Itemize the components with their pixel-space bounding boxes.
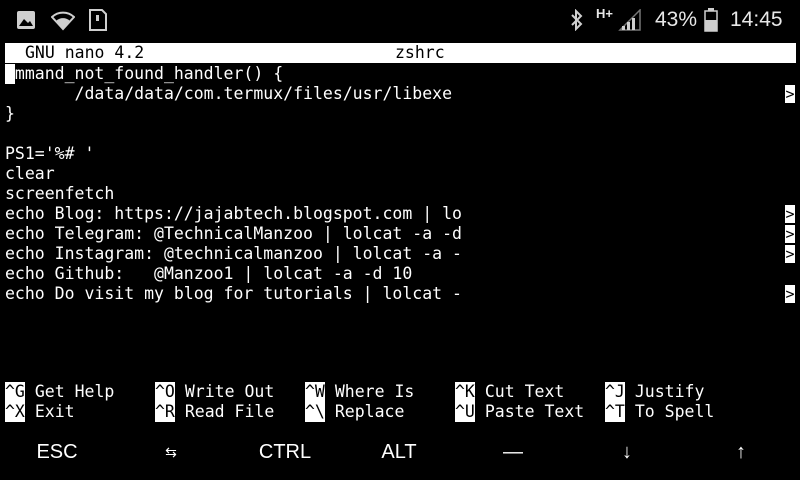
shortcut-label: Write Out [184,382,275,401]
shortcut-item[interactable]: ^W Where Is [305,382,414,402]
shortcut-item[interactable]: ^O Write Out [155,382,274,402]
file-name: zshrc [395,43,445,62]
shortcut-label: Paste Text [484,402,585,421]
shortcut-label: Replace [334,402,405,421]
editor-line[interactable]: echo Instagram: @technicalmanzoo | lolca… [5,244,462,264]
shortcut-label: Get Help [34,382,115,401]
editor-line[interactable]: echo Do visit my blog for tutorials | lo… [5,284,462,304]
shortcut-label: To Spell [634,402,715,421]
battery-icon [704,8,718,32]
line-overflow-marker: > [785,285,795,303]
shortcut-key: ^K [455,382,475,402]
shortcut-label: Cut Text [484,382,565,401]
shortcut-item[interactable]: ^U Paste Text [455,402,584,422]
terminal-view[interactable]: GNU nano 4.2 zshrc ommand_not_found_hand… [0,40,800,424]
editor-line[interactable]: echo Blog: https://jajabtech.blogspot.co… [5,204,462,224]
editor-line[interactable]: echo Github: @Manzoo1 | lolcat -a -d 10 [5,264,412,284]
line-overflow-marker: > [785,245,795,263]
shortcut-label: Exit [34,402,75,421]
shortcut-item[interactable]: ^R Read File [155,402,274,422]
editor-line[interactable]: /data/data/com.termux/files/usr/libexe [5,84,453,104]
extra-keys-bar: ESC ⇆ CTRL ALT — ↓ ↑ [0,424,800,480]
shortcut-key: ^O [155,382,175,402]
dash-key[interactable]: — [456,424,570,480]
network-type-label: H+ [596,6,613,21]
editor-line[interactable]: PS1='%# ' [5,144,94,164]
editor-line[interactable]: clear [5,164,55,184]
arrow-up-key[interactable]: ↑ [684,424,798,480]
battery-percent: 43% [655,8,698,31]
editor-line[interactable]: } [5,104,15,124]
shortcut-item[interactable]: ^G Get Help [5,382,114,402]
shortcut-key: ^T [605,402,625,422]
status-bar: H+ 43% 14:45 [0,0,800,40]
shortcut-label: Read File [184,402,275,421]
editor-line[interactable]: screenfetch [5,184,114,204]
esc-key[interactable]: ESC [0,424,114,480]
line-overflow-marker: > [785,85,795,103]
shortcut-item[interactable]: ^\ Replace [305,402,404,422]
shortcut-key: ^R [155,402,175,422]
line-overflow-marker: > [785,225,795,243]
line-overflow-marker: > [785,205,795,223]
sim-card-icon [89,9,107,31]
editor-line[interactable]: ommand_not_found_handler() { [5,64,283,84]
shortcut-key: ^\ [305,402,325,422]
clock: 14:45 [730,8,783,31]
shortcut-key: ^X [5,402,25,422]
arrow-down-key[interactable]: ↓ [570,424,684,480]
tab-key[interactable]: ⇆ [114,424,228,480]
signal-icon [618,9,641,31]
shortcut-item[interactable]: ^K Cut Text [455,382,564,402]
shortcut-item[interactable]: ^X Exit [5,402,75,422]
shortcut-key: ^W [305,382,325,402]
editor-line[interactable]: echo Telegram: @TechnicalManzoo | lolcat… [5,224,462,244]
shortcut-key: ^J [605,382,625,402]
text-cursor [5,64,15,84]
wifi-icon [51,11,75,31]
app-version: GNU nano 4.2 [25,43,145,62]
alt-key[interactable]: ALT [342,424,456,480]
shortcut-item[interactable]: ^T To Spell [605,402,714,422]
ctrl-key[interactable]: CTRL [228,424,342,480]
shortcut-key: ^U [455,402,475,422]
bluetooth-icon [571,9,583,31]
shortcut-label: Where Is [334,382,415,401]
shortcut-key: ^G [5,382,25,402]
image-icon [17,11,35,29]
shortcut-item[interactable]: ^J Justify [605,382,704,402]
shortcut-label: Justify [634,382,705,401]
nano-title-bar: GNU nano 4.2 zshrc [5,43,796,63]
